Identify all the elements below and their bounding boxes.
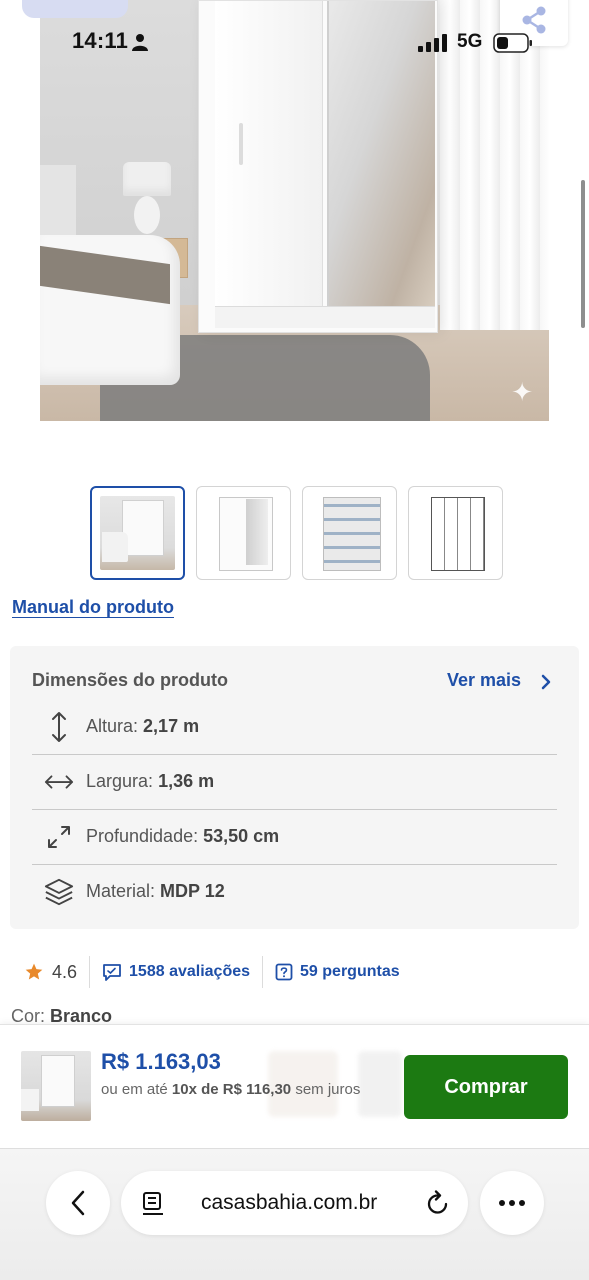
top-badge [22, 0, 128, 18]
scrollbar[interactable] [581, 180, 585, 328]
thumbnail-image [417, 495, 494, 571]
height-arrows-icon [44, 712, 74, 742]
more-dots-icon [499, 1200, 525, 1206]
depth-arrows-icon [44, 822, 74, 852]
sticky-buy-bar: R$ 1.163,03 ou em até 10x de R$ 116,30 s… [0, 1024, 589, 1148]
questions-count: 59 perguntas [300, 963, 400, 980]
wardrobe-base [215, 306, 435, 328]
thumbnail-1[interactable] [90, 486, 185, 580]
thumbnail-4[interactable] [408, 486, 503, 580]
star-icon [25, 963, 43, 980]
width-arrows-icon [44, 767, 74, 797]
questions-link[interactable]: 59 perguntas [275, 963, 400, 981]
installment-info: ou em até 10x de R$ 116,30 sem juros [101, 1081, 361, 1098]
thumbnail-strip [90, 486, 503, 580]
layers-icon [44, 877, 74, 907]
product-main-image[interactable]: ✦ [40, 0, 549, 421]
buy-bar-product-image [21, 1051, 91, 1121]
chevron-left-icon [71, 1190, 85, 1216]
url-domain: casasbahia.com.br [201, 1191, 378, 1214]
buy-button[interactable]: Comprar [404, 1055, 568, 1119]
dimension-row-height: Altura: 2,17 m [32, 700, 557, 755]
divider [262, 956, 264, 988]
address-bar[interactable]: casasbahia.com.br [121, 1171, 468, 1235]
dimensions-title: Dimensões do produto [32, 670, 229, 690]
more-options-button[interactable] [480, 1171, 544, 1235]
product-manual-link[interactable]: Manual do produto [12, 597, 174, 618]
thumbnail-image [311, 495, 388, 571]
thumbnail-3[interactable] [302, 486, 397, 580]
dimension-width: Largura: 1,36 m [86, 771, 215, 791]
reader-mode-icon[interactable] [141, 1191, 165, 1217]
dimensions-card: Dimensões do produto Ver mais Altura: 2,… [10, 646, 579, 929]
dimension-row-depth: Profundidade: 53,50 cm [32, 810, 557, 865]
dimension-row-material: Material: MDP 12 [32, 865, 557, 920]
thumbnail-image [205, 495, 282, 571]
reviews-link[interactable]: 1588 avaliações [102, 962, 250, 982]
thumbnail-2[interactable] [196, 486, 291, 580]
reload-icon[interactable] [425, 1190, 451, 1218]
scene-bed [40, 165, 180, 415]
network-type: 5G [457, 31, 483, 52]
status-time: 14:11 [72, 28, 129, 53]
browser-toolbar: casasbahia.com.br [0, 1148, 589, 1280]
divider [89, 956, 91, 988]
product-page: ✦ 14:11 5G Manual do produto Dimensões d… [0, 0, 589, 1280]
rating-score: 4.6 [52, 961, 78, 982]
see-more-link[interactable]: Ver mais [447, 670, 521, 691]
person-icon [132, 34, 148, 51]
status-bar: 14:11 5G [0, 28, 589, 60]
dimension-depth: Profundidade: 53,50 cm [86, 826, 280, 846]
reviews-count: 1588 avaliações [129, 963, 251, 980]
signal-icon [418, 34, 447, 52]
thumbnail-image [100, 496, 175, 570]
back-button[interactable] [46, 1171, 110, 1235]
wardrobe-handle [239, 123, 243, 165]
dimension-material: Material: MDP 12 [86, 881, 225, 901]
product-price: R$ 1.163,03 [101, 1049, 221, 1074]
battery-icon [493, 33, 532, 53]
rating-row: 4.6 1588 avaliações 59 perguntas [24, 955, 400, 989]
dimension-height: Altura: 2,17 m [86, 716, 200, 736]
chevron-right-icon[interactable] [540, 674, 552, 690]
sparkle-icon: ✦ [511, 377, 533, 407]
dimension-row-width: Largura: 1,36 m [32, 755, 557, 810]
chat-bubble-icon [103, 964, 121, 981]
question-box-icon [275, 963, 293, 981]
